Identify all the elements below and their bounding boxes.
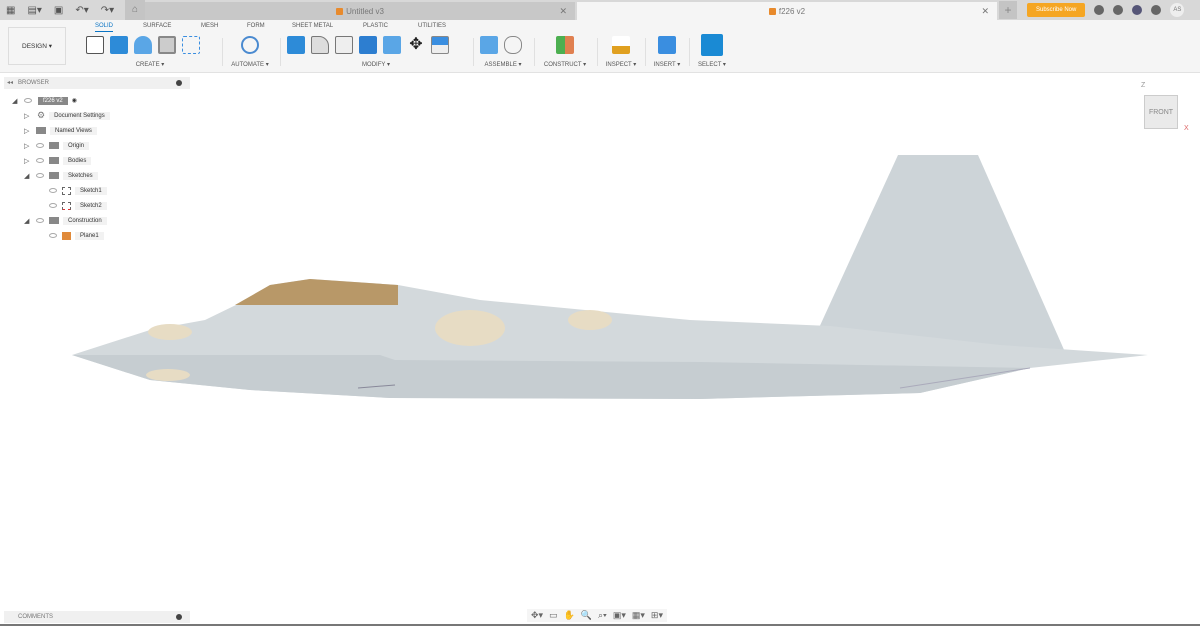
eye-icon[interactable] xyxy=(36,143,44,148)
item-label: Named Views xyxy=(50,126,97,135)
eye-icon[interactable] xyxy=(49,188,57,193)
canopy xyxy=(235,279,398,305)
window-border xyxy=(0,620,1200,626)
browser-title: BROWSER xyxy=(18,80,50,86)
tree-item-document-settings[interactable]: ▷ ⚙ Document Settings xyxy=(24,110,110,121)
panel-mark xyxy=(435,310,505,346)
view-cube[interactable]: FRONT xyxy=(1144,95,1178,129)
panel-mark xyxy=(146,369,190,381)
browser-header[interactable]: ◂◂ BROWSER xyxy=(4,77,190,89)
eye-icon[interactable] xyxy=(36,158,44,163)
axis-z-label: Z xyxy=(1141,82,1146,89)
activate-icon[interactable]: ◉ xyxy=(72,97,77,104)
item-label: Sketches xyxy=(63,171,98,180)
folder-icon xyxy=(36,127,46,134)
sketch-warning-icon xyxy=(62,201,71,210)
tree-item-sketches[interactable]: ◢ Sketches xyxy=(24,170,98,181)
tree-item-bodies[interactable]: ▷ Bodies xyxy=(24,155,92,166)
tree-item-sketch1[interactable]: Sketch1 xyxy=(44,185,107,196)
folder-icon xyxy=(49,217,59,224)
gear-icon: ⚙ xyxy=(37,110,46,120)
item-label: Bodies xyxy=(63,156,92,165)
pin-icon[interactable] xyxy=(176,80,182,86)
folder-icon xyxy=(49,172,59,179)
item-label: Origin xyxy=(63,141,90,150)
panel-mark xyxy=(148,324,192,340)
eye-icon[interactable] xyxy=(49,203,57,208)
viewport-canvas[interactable] xyxy=(0,0,1200,626)
item-label: Sketch1 xyxy=(75,186,107,195)
item-label: Plane1 xyxy=(75,231,104,240)
panel-mark xyxy=(568,310,612,330)
eye-icon[interactable] xyxy=(49,233,57,238)
item-label: Construction xyxy=(63,216,107,225)
item-label: Document Settings xyxy=(49,111,110,120)
plane-icon xyxy=(62,231,71,240)
tree-root[interactable]: ◢ f226 v2 ◉ xyxy=(12,95,77,106)
eye-icon[interactable] xyxy=(36,173,44,178)
folder-icon xyxy=(49,157,59,164)
axis-x-label: X xyxy=(1184,125,1189,132)
collapse-icon[interactable]: ◂◂ xyxy=(7,77,13,89)
tree-item-construction[interactable]: ◢ Construction xyxy=(24,215,107,226)
tree-item-origin[interactable]: ▷ Origin xyxy=(24,140,90,151)
folder-icon xyxy=(49,142,59,149)
vertical-tail xyxy=(818,155,1065,352)
eye-icon[interactable] xyxy=(36,218,44,223)
tree-item-sketch2[interactable]: Sketch2 xyxy=(44,200,107,211)
tree-item-plane1[interactable]: Plane1 xyxy=(44,230,104,241)
item-label: Sketch2 xyxy=(75,201,107,210)
tree-item-named-views[interactable]: ▷ Named Views xyxy=(24,125,97,136)
eye-icon[interactable] xyxy=(24,98,32,103)
item-label: f226 v2 xyxy=(38,96,68,105)
sketch-icon xyxy=(62,186,71,195)
